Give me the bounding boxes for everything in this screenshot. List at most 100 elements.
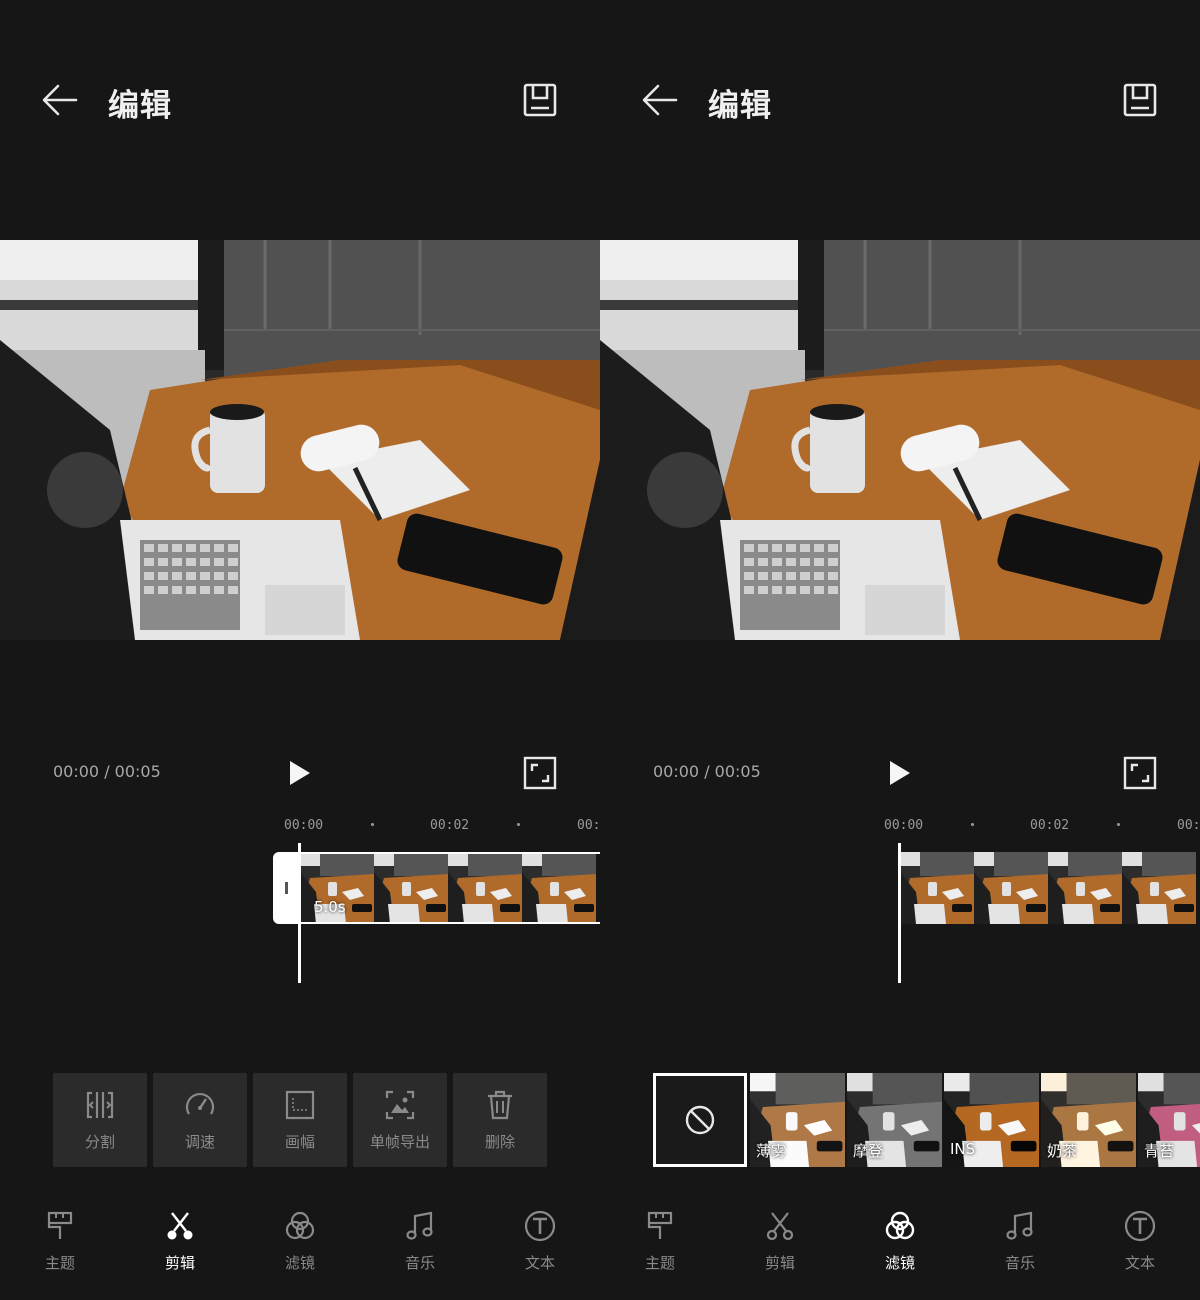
filter-option[interactable]: 摩登 — [847, 1073, 942, 1167]
nav-label: 滤镜 — [884, 1254, 915, 1272]
clip-thumbnail — [900, 852, 974, 924]
save-icon — [1123, 83, 1157, 117]
no-filter-icon — [685, 1105, 715, 1135]
nav-music[interactable]: 音乐 — [980, 1206, 1060, 1276]
fullscreen-button[interactable] — [523, 756, 557, 790]
nav-label: 音乐 — [404, 1254, 435, 1272]
ruler-tick: 00:00 — [284, 818, 324, 833]
frame-export-icon — [385, 1090, 415, 1120]
playback-time: 00:00 / 00:05 — [653, 762, 761, 781]
save-button[interactable] — [522, 82, 558, 118]
brush-icon — [47, 1211, 73, 1239]
clip-timeline[interactable] — [900, 852, 1200, 924]
playhead[interactable] — [898, 843, 901, 983]
filter-none-button[interactable] — [653, 1073, 747, 1167]
nav-label: 主题 — [644, 1254, 675, 1272]
nav-theme[interactable]: 主题 — [20, 1206, 100, 1276]
playback-time: 00:00 / 00:05 — [53, 762, 161, 781]
ruler-dot — [371, 823, 374, 826]
nav-label: 文本 — [524, 1254, 555, 1272]
editor-screen-filter: 编辑 00:00 / 00:05 00:00 00:02 00:0 — [600, 0, 1200, 1300]
nav-label: 主题 — [44, 1254, 75, 1272]
ruler-dot — [1117, 823, 1120, 826]
speed-button[interactable]: 调速 — [153, 1073, 247, 1167]
filter-circles-icon — [885, 1211, 915, 1240]
text-t-icon — [524, 1210, 556, 1242]
nav-theme[interactable]: 主题 — [620, 1206, 700, 1276]
clip-duration: 5.0s — [314, 898, 346, 916]
ruler-tick: 00:02 — [430, 818, 470, 833]
aspect-ratio-button[interactable]: 画幅 — [253, 1073, 347, 1167]
play-icon — [890, 761, 910, 785]
play-icon — [290, 761, 310, 785]
ruler-tick: 00:0 — [577, 818, 600, 833]
nav-label: 文本 — [1124, 1254, 1155, 1272]
editor-screen-cut: 编辑 00:00 / 00:05 00:00 00:02 00:0 5.0s — [0, 0, 600, 1300]
nav-filter[interactable]: 滤镜 — [260, 1206, 340, 1276]
clip-thumbnail — [974, 852, 1048, 924]
nav-cut[interactable]: 剪辑 — [140, 1206, 220, 1276]
ruler-tick: 00:0 — [1177, 818, 1200, 833]
nav-label: 剪辑 — [164, 1254, 195, 1272]
clip-thumbnail — [1122, 852, 1196, 924]
page-title: 编辑 — [708, 88, 772, 124]
text-t-icon — [1124, 1210, 1156, 1242]
play-button[interactable] — [286, 758, 314, 788]
filter-label: 摩登 — [853, 1142, 884, 1160]
filter-option[interactable]: INS — [944, 1073, 1039, 1167]
nav-text[interactable]: 文本 — [500, 1206, 580, 1276]
speed-gauge-icon — [185, 1093, 215, 1115]
arrow-left-icon — [42, 84, 78, 116]
nav-text[interactable]: 文本 — [1100, 1206, 1180, 1276]
ruler-tick: 00:00 — [884, 818, 924, 833]
tool-label: 分割 — [84, 1133, 115, 1151]
music-note-icon — [406, 1211, 433, 1240]
clip-thumbnail — [1048, 852, 1122, 924]
back-button[interactable] — [640, 82, 680, 118]
fullscreen-button[interactable] — [1123, 756, 1157, 790]
video-preview[interactable] — [600, 240, 1200, 640]
arrow-left-icon — [642, 84, 678, 116]
scissors-icon — [167, 1212, 193, 1240]
save-button[interactable] — [1122, 82, 1158, 118]
brush-icon — [647, 1211, 673, 1239]
ruler-dot — [971, 823, 974, 826]
nav-label: 剪辑 — [764, 1254, 795, 1272]
filter-option[interactable]: 奶茶 — [1041, 1073, 1136, 1167]
back-button[interactable] — [40, 82, 80, 118]
frame-export-button[interactable]: 单帧导出 — [353, 1073, 447, 1167]
filter-label: 青苔 — [1144, 1142, 1175, 1160]
page-title: 编辑 — [108, 88, 172, 124]
music-note-icon — [1006, 1211, 1033, 1240]
nav-music[interactable]: 音乐 — [380, 1206, 460, 1276]
filter-option[interactable]: 青苔 — [1138, 1073, 1200, 1167]
fullscreen-icon — [523, 756, 557, 790]
filter-label: 薄雾 — [756, 1142, 787, 1160]
nav-label: 滤镜 — [284, 1254, 315, 1272]
scissors-icon — [766, 1212, 794, 1241]
tool-label: 删除 — [484, 1133, 515, 1151]
nav-label: 音乐 — [1004, 1254, 1035, 1272]
filter-option[interactable]: 薄雾 — [750, 1073, 845, 1167]
trash-icon — [488, 1090, 512, 1120]
video-preview[interactable] — [0, 240, 600, 640]
play-button[interactable] — [886, 758, 914, 788]
filter-circles-icon — [285, 1211, 315, 1240]
fullscreen-icon — [1123, 756, 1157, 790]
ruler-tick: 00:02 — [1030, 818, 1070, 833]
tool-label: 单帧导出 — [369, 1133, 430, 1151]
ruler-dot — [517, 823, 520, 826]
nav-filter[interactable]: 滤镜 — [860, 1206, 940, 1276]
nav-cut[interactable]: 剪辑 — [740, 1206, 820, 1276]
aspect-ratio-icon — [285, 1090, 315, 1120]
filter-label: INS — [950, 1140, 976, 1158]
tool-label: 调速 — [184, 1133, 215, 1151]
save-icon — [523, 83, 557, 117]
clip-trim-handle[interactable] — [273, 852, 301, 924]
playhead[interactable] — [298, 843, 301, 983]
split-button[interactable]: 分割 — [53, 1073, 147, 1167]
split-icon — [86, 1091, 114, 1119]
delete-button[interactable]: 删除 — [453, 1073, 547, 1167]
tool-label: 画幅 — [284, 1133, 315, 1151]
filter-label: 奶茶 — [1047, 1142, 1078, 1160]
